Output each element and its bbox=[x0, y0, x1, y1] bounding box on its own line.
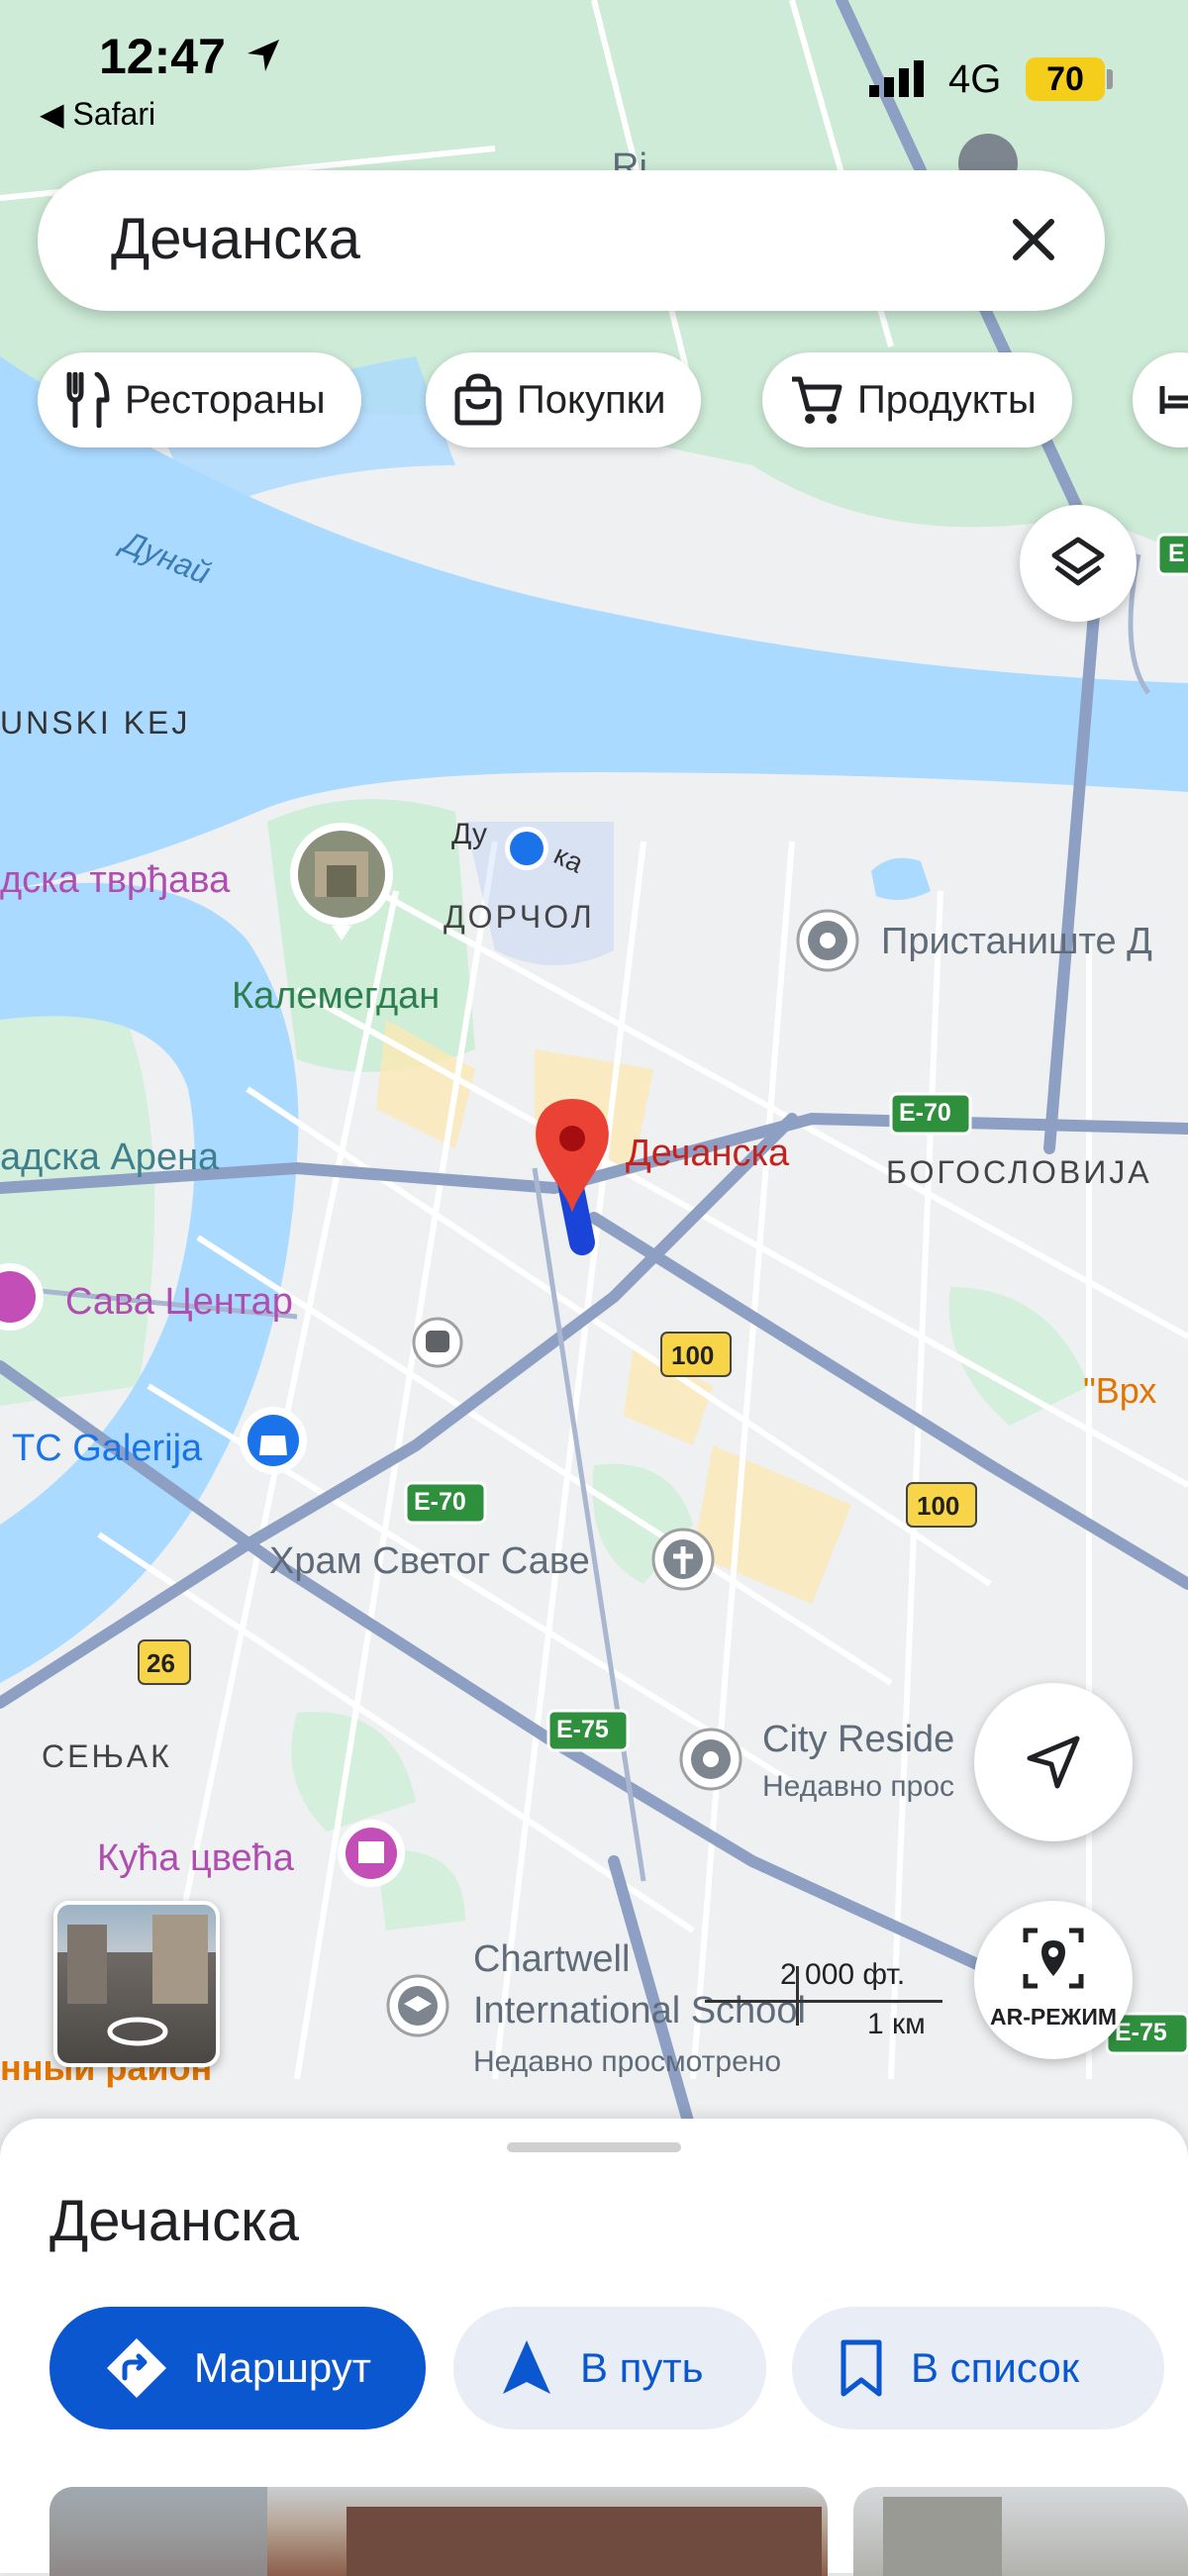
save-to-list-button[interactable]: В список bbox=[792, 2307, 1164, 2429]
road-shield-e70-a: E-70 bbox=[899, 1099, 951, 1127]
shopping-bag-icon bbox=[454, 373, 502, 426]
map-label-unski-kej: UNSKI KEJ bbox=[0, 705, 191, 741]
status-time: 12:47 bbox=[99, 29, 226, 84]
cart-icon bbox=[792, 376, 842, 424]
close-icon[interactable] bbox=[1002, 208, 1065, 271]
layers-icon bbox=[1051, 537, 1105, 586]
scale-km-label: 1 км bbox=[867, 2008, 926, 2040]
ar-pin-icon bbox=[1023, 1928, 1084, 1989]
chip-restaurants-label: Рестораны bbox=[125, 377, 326, 422]
bookmark-icon bbox=[841, 2339, 882, 2397]
search-query[interactable]: Дечанска bbox=[111, 206, 360, 272]
directions-icon bbox=[107, 2338, 166, 2398]
chip-restaurants[interactable]: Рестораны bbox=[38, 352, 361, 447]
map-label-recent-1: Недавно прос bbox=[762, 1770, 955, 1803]
scale-bar: 2 000 фт. 1 км bbox=[705, 1958, 942, 2040]
map-label-sava-centar[interactable]: Сава Центар bbox=[65, 1281, 293, 1324]
map-label-kalemegdan[interactable]: Калемегдан bbox=[232, 975, 440, 1018]
route-button[interactable]: Маршрут bbox=[50, 2307, 426, 2429]
map-label-pristaniste[interactable]: Пристаниште Д bbox=[881, 921, 1152, 963]
place-sheet[interactable]: Дечанска Маршрут В путь В список bbox=[0, 2119, 1188, 2576]
network-type: 4G bbox=[948, 57, 1002, 101]
road-shield-26: 26 bbox=[147, 1648, 175, 1678]
map-label-chartwell-1[interactable]: Chartwell bbox=[473, 1938, 630, 1981]
start-button[interactable]: В путь bbox=[453, 2307, 766, 2429]
battery-indicator: 70 bbox=[1026, 57, 1105, 101]
map-label-city-reside[interactable]: City Reside bbox=[762, 1719, 954, 1761]
map-label-arena: адска Арена bbox=[0, 1137, 220, 1178]
map-label-kuca-cveca[interactable]: Кућа цвећа bbox=[97, 1837, 294, 1880]
ar-mode-label: AR-РЕЖИМ bbox=[989, 2004, 1118, 2030]
sheet-drag-handle[interactable] bbox=[507, 2142, 681, 2152]
navigation-start-icon bbox=[503, 2340, 550, 2394]
signal-icon bbox=[869, 60, 924, 97]
layers-button[interactable] bbox=[1020, 505, 1137, 622]
road-shield-100-b: 100 bbox=[917, 1491, 960, 1521]
map-label-hram[interactable]: Храм Светог Саве bbox=[269, 1540, 590, 1583]
battery-level: 70 bbox=[1046, 59, 1084, 98]
route-button-label: Маршрут bbox=[194, 2344, 371, 2391]
bed-icon bbox=[1159, 386, 1188, 414]
ar-mode-button[interactable]: AR-РЕЖИМ bbox=[974, 1901, 1133, 2059]
map-label-vrh: "Врх bbox=[1083, 1370, 1157, 1411]
place-title: Дечанска bbox=[50, 2189, 300, 2253]
back-to-safari[interactable]: ◀ Safari bbox=[40, 95, 155, 133]
search-bar[interactable]: Дечанска bbox=[38, 170, 1105, 311]
place-photo-1[interactable] bbox=[50, 2487, 828, 2576]
street-view-thumbnail[interactable] bbox=[53, 1901, 220, 2067]
battery-tip bbox=[1107, 69, 1113, 89]
navigation-arrow-icon bbox=[1027, 1735, 1080, 1789]
map-label-dorcol-street: Ду bbox=[451, 818, 487, 850]
road-shield-e75-a: E-75 bbox=[556, 1716, 609, 1743]
rotate-360-icon bbox=[107, 2017, 168, 2046]
fork-knife-icon bbox=[66, 372, 110, 428]
road-shield-e70-b: E-70 bbox=[414, 1488, 466, 1516]
map-label-dorcol: ДОРЧОЛ bbox=[444, 899, 595, 935]
map-label-galerija[interactable]: TC Galerija bbox=[12, 1428, 202, 1470]
map-label-tvrdjava: дска тврђава bbox=[0, 859, 231, 901]
map-label-bogoslovija: БОГОСЛОВИЈА bbox=[886, 1154, 1152, 1190]
chip-shopping[interactable]: Покупки bbox=[426, 352, 702, 447]
road-shield-100-a: 100 bbox=[671, 1340, 715, 1370]
save-button-label: В список bbox=[911, 2344, 1080, 2391]
chip-groceries-label: Продукты bbox=[857, 377, 1037, 422]
chip-shopping-label: Покупки bbox=[517, 377, 666, 422]
map-label-recent-2: Недавно просмотрено bbox=[473, 2045, 782, 2078]
start-button-label: В путь bbox=[580, 2344, 704, 2391]
chip-groceries[interactable]: Продукты bbox=[762, 352, 1072, 447]
place-photo-2[interactable] bbox=[853, 2487, 1188, 2576]
map-label-senjak: СЕЊАК bbox=[42, 1738, 172, 1774]
location-arrow-icon bbox=[248, 40, 279, 71]
pin-label[interactable]: Дечанска bbox=[626, 1133, 789, 1175]
road-shield-e-top: E bbox=[1168, 540, 1185, 567]
my-location-button[interactable] bbox=[974, 1683, 1133, 1841]
